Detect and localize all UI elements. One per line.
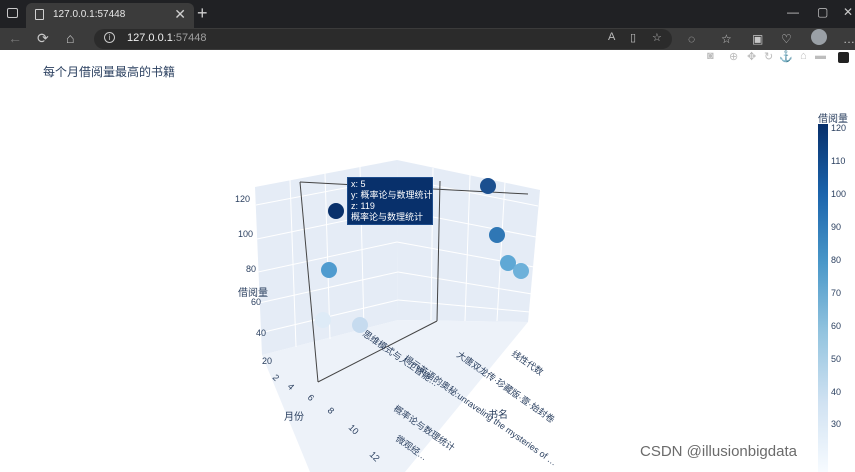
data-point-hovered[interactable] [328, 203, 344, 219]
z-tick-60: 60 [251, 297, 261, 307]
home-icon[interactable]: ⌂ [66, 30, 74, 46]
tooltip-x: x: 5 [351, 179, 366, 189]
z-tick-120: 120 [235, 194, 250, 204]
tab-actions-icon[interactable] [7, 8, 18, 18]
z-tick-80: 80 [246, 264, 256, 274]
profile-avatar-icon[interactable] [811, 29, 827, 45]
colorbar-tick: 60 [831, 321, 842, 331]
colorbar-tick: 50 [831, 354, 842, 364]
tooltip-y: y: 概率论与数理统计 [351, 190, 433, 200]
colorbar-tick: 40 [831, 387, 842, 397]
maximize-icon[interactable]: ▢ [817, 5, 828, 19]
favorites-icon[interactable]: ☆ [721, 32, 732, 46]
data-point[interactable] [315, 312, 331, 328]
z-tick-100: 100 [238, 229, 253, 239]
tab-title: 127.0.0.1:57448 [53, 9, 126, 20]
address-bar[interactable]: i 127.0.0.1:57448 A ▯ ☆ [94, 29, 672, 49]
colorbar-tick: 120 [831, 123, 847, 133]
more-menu-icon[interactable]: … [843, 32, 855, 46]
refresh-icon[interactable]: ⟳ [37, 30, 49, 47]
colorbar-tick: 80 [831, 255, 842, 265]
x-axis-label: 月份 [284, 411, 304, 423]
extensions-icon[interactable]: ◌ [688, 32, 695, 46]
3d-scatter-plot[interactable]: 借阅量 120 100 80 60 40 20 月份 2 4 6 8 10 12… [0, 52, 810, 472]
data-point[interactable] [352, 317, 368, 333]
data-point[interactable] [480, 178, 496, 194]
data-point[interactable] [489, 227, 505, 243]
data-point[interactable] [513, 263, 529, 279]
close-window-icon[interactable]: ✕ [843, 5, 853, 19]
colorbar-tick: 100 [831, 189, 847, 199]
colorbar [818, 124, 828, 472]
browser-essentials-icon[interactable]: ♡ [781, 32, 792, 46]
colorbar-tick: 110 [831, 156, 846, 166]
read-aloud-icon[interactable]: A [608, 31, 615, 43]
reader-mode-icon[interactable]: ▯ [630, 31, 636, 44]
browser-tab[interactable]: 127.0.0.1:57448 ✕ [26, 3, 194, 28]
z-tick-40: 40 [256, 328, 266, 338]
plotly-logo-icon[interactable] [838, 52, 849, 63]
site-info-icon[interactable]: i [104, 32, 115, 43]
tooltip-z: z: 119 [351, 201, 375, 211]
colorbar-tick: 70 [831, 288, 842, 298]
z-tick-20: 20 [262, 356, 272, 366]
colorbar-tick: 90 [831, 222, 842, 232]
tab-close-icon[interactable]: ✕ [174, 6, 186, 23]
csdn-watermark: CSDN @illusionbigdata [640, 443, 797, 460]
add-favorite-icon[interactable]: ☆ [652, 31, 662, 44]
data-point[interactable] [321, 262, 337, 278]
minimize-icon[interactable]: — [787, 5, 799, 19]
colorbar-tick: 30 [831, 419, 842, 429]
hover-tooltip: x: 5 y: 概率论与数理统计 z: 119 概率论与数理统计 [347, 177, 433, 225]
new-tab-button[interactable]: + [197, 3, 208, 24]
address-toolbar: ← ⟳ ⌂ i 127.0.0.1:57448 A ▯ ☆ ◌ ☆ ▣ ♡ … [0, 28, 855, 50]
save-camera-icon[interactable]: ▬ [815, 50, 826, 62]
collections-icon[interactable]: ▣ [752, 32, 763, 46]
url-text[interactable]: 127.0.0.1:57448 [127, 32, 207, 44]
back-arrow-icon[interactable]: ← [8, 30, 22, 46]
browser-tab-strip: 127.0.0.1:57448 ✕ + — ▢ ✕ [0, 0, 855, 28]
tooltip-trace-name: 概率论与数理统计 [351, 212, 424, 222]
page-favicon-icon [35, 9, 44, 20]
y-tick-linear-algebra: 线性代数 [510, 348, 546, 378]
